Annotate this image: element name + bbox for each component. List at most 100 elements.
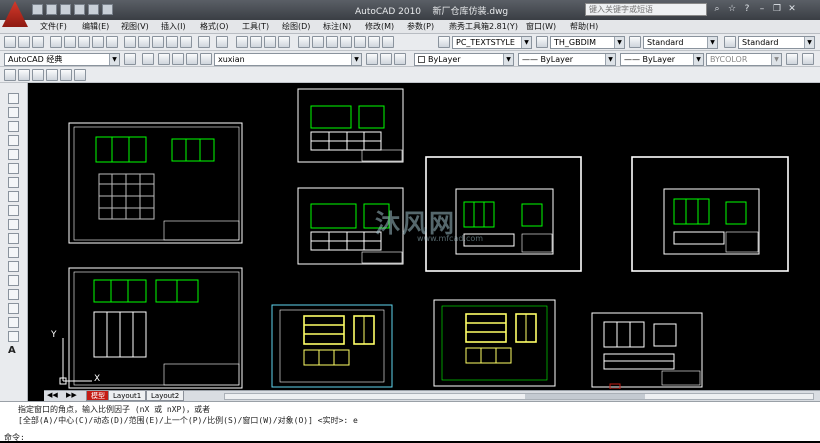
save-icon[interactable] [60,4,71,15]
text-style-icon[interactable] [438,36,450,48]
binoculars-icon[interactable]: ⌕ [712,4,722,14]
multileader-style-combo[interactable]: Standard ▼ [738,36,815,49]
quickcalc-icon[interactable] [368,36,380,48]
tool-palettes-icon[interactable] [326,36,338,48]
point-icon[interactable] [8,275,19,286]
sheet-set-icon[interactable] [340,36,352,48]
paste-icon[interactable] [152,36,164,48]
gradient-icon[interactable] [8,303,19,314]
lineweight-combo[interactable]: —— ByLayer ▼ [620,53,704,66]
menu-window[interactable]: 窗口(W) [526,21,556,32]
lights-icon[interactable] [802,53,814,65]
polygon-icon[interactable] [8,135,19,146]
ellipse-icon[interactable] [8,219,19,230]
save-toolbar-icon[interactable] [32,36,44,48]
autocad-logo-icon[interactable] [2,1,28,27]
restore-icon[interactable]: ❐ [772,4,782,14]
help-search-input[interactable] [585,3,707,16]
etransmit-icon[interactable] [106,36,118,48]
render-icon[interactable] [786,53,798,65]
pan-icon[interactable] [236,36,248,48]
redo-toolbar-icon[interactable] [216,36,228,48]
lightbulb-icon[interactable] [158,53,170,65]
insert-block-icon[interactable] [8,247,19,258]
sun-icon[interactable] [172,53,184,65]
open-icon[interactable] [18,36,30,48]
zoom-previous-icon[interactable] [278,36,290,48]
layer-combo[interactable]: xuxian ▼ [214,53,362,66]
minimize-icon[interactable]: – [757,4,767,14]
custom-tool-2-icon[interactable] [18,69,30,81]
new-file-icon[interactable] [32,4,43,15]
circle-icon[interactable] [8,177,19,188]
menu-insert[interactable]: 插入(I) [161,21,186,32]
lock-icon[interactable] [186,53,198,65]
command-window[interactable]: 指定窗口的角点，输入比例因子 (nX 或 nXP)，或者 [全部(A)/中心(C… [0,401,820,443]
preview-icon[interactable] [64,36,76,48]
redo-icon[interactable] [88,4,99,15]
workspace-settings-icon[interactable] [124,53,136,65]
tab-layout2[interactable]: Layout2 [146,391,185,401]
menu-format[interactable]: 格式(O) [200,21,229,32]
line-icon[interactable] [8,93,19,104]
zoom-realtime-icon[interactable] [250,36,262,48]
menu-modify[interactable]: 修改(M) [365,21,394,32]
arc-icon[interactable] [8,163,19,174]
region-icon[interactable] [8,317,19,328]
hatch-icon[interactable] [8,289,19,300]
menu-tools[interactable]: 工具(T) [242,21,269,32]
layer-color-icon[interactable] [200,53,212,65]
print-icon[interactable] [50,36,62,48]
menu-help[interactable]: 帮助(H) [570,21,598,32]
plotstyle-combo[interactable]: BYCOLOR ▼ [706,53,782,66]
workspace-combo[interactable]: AutoCAD 经典 ▼ [4,53,120,66]
custom-tool-5-icon[interactable] [60,69,72,81]
tab-nav-last-icon[interactable]: ▶▶ [66,391,77,399]
plot-icon[interactable] [102,4,113,15]
tab-model[interactable]: 模型 [86,391,110,401]
copy-icon[interactable] [138,36,150,48]
table-style-combo[interactable]: Standard ▼ [643,36,718,49]
zoom-window-icon[interactable] [264,36,276,48]
3d-dwf-icon[interactable] [92,36,104,48]
menu-file[interactable]: 文件(F) [40,21,67,32]
undo-toolbar-icon[interactable] [198,36,210,48]
ellipse-arc-icon[interactable] [8,233,19,244]
horizontal-scrollbar[interactable] [224,393,814,400]
command-prompt[interactable]: 命令: [4,432,25,443]
construction-line-icon[interactable] [8,107,19,118]
layer-properties-icon[interactable] [142,53,154,65]
properties-icon[interactable] [298,36,310,48]
custom-tool-1-icon[interactable] [4,69,16,81]
design-center-icon[interactable] [312,36,324,48]
open-file-icon[interactable] [46,4,57,15]
multileader-style-icon[interactable] [724,36,736,48]
tab-nav-first-icon[interactable]: ◀◀ [47,391,58,399]
block-editor-icon[interactable] [180,36,192,48]
custom-tool-6-icon[interactable] [74,69,86,81]
dim-style-icon[interactable] [536,36,548,48]
make-block-icon[interactable] [8,261,19,272]
menu-yanxiu-toolbox[interactable]: 燕秀工具箱2.81(Y) [449,21,518,32]
close-icon[interactable]: ✕ [787,4,797,14]
layer-states-icon[interactable] [394,53,406,65]
rectangle-icon[interactable] [8,149,19,160]
linetype-combo[interactable]: —— ByLayer ▼ [518,53,616,66]
matchprop-icon[interactable] [166,36,178,48]
menu-draw[interactable]: 绘图(D) [282,21,310,32]
custom-tool-4-icon[interactable] [46,69,58,81]
color-combo[interactable]: ByLayer ▼ [414,53,514,66]
star-icon[interactable]: ☆ [727,4,737,14]
qnew-icon[interactable] [4,36,16,48]
menu-view[interactable]: 视图(V) [121,21,149,32]
make-current-layer-icon[interactable] [366,53,378,65]
menu-parametric[interactable]: 参数(P) [407,21,434,32]
polyline-icon[interactable] [8,121,19,132]
tab-layout1[interactable]: Layout1 [108,391,147,401]
scrollbar-thumb[interactable] [525,394,645,399]
undo-icon[interactable] [74,4,85,15]
table-icon[interactable] [8,331,19,342]
text-style-combo[interactable]: PC_TEXTSTYLE ▼ [452,36,532,49]
dim-style-combo[interactable]: TH_GBDIM ▼ [550,36,625,49]
markup-icon[interactable] [354,36,366,48]
